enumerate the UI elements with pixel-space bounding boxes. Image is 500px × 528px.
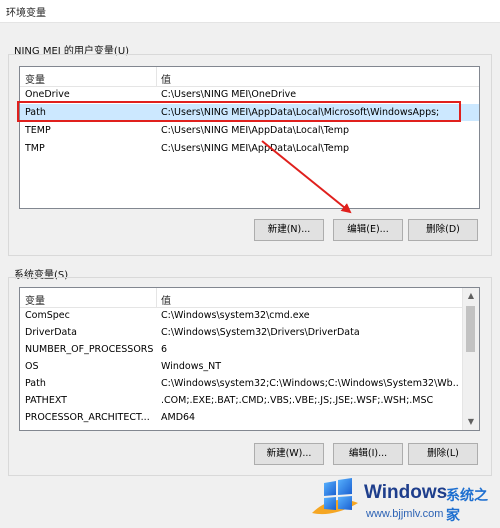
var-value: AMD64 [161,412,196,423]
var-value: C:\Users\NING MEI\AppData\Local\Microsof… [161,107,440,118]
var-name: ComSpec [25,310,70,321]
system-var-row[interactable]: OS Windows_NT [20,358,479,375]
var-value: .COM;.EXE;.BAT;.CMD;.VBS;.VBE;.JS;.JSE;.… [161,395,434,406]
var-value: C:\Users\NING MEI\OneDrive [161,89,297,100]
system-var-row[interactable]: DriverData C:\Windows\System32\Drivers\D… [20,324,479,341]
user-vars-list[interactable]: 变量 值 OneDrive C:\Users\NING MEI\OneDrive… [19,66,480,209]
scroll-up-icon[interactable]: ▲ [463,288,479,304]
window-title: 环境变量 [6,8,46,19]
system-edit-button[interactable]: 编辑(I)... [333,443,403,465]
watermark: Windows 系统之家 www.bjjmlv.com [300,470,500,528]
header-separator[interactable] [156,67,157,86]
var-name: Path [25,378,46,389]
var-value: C:\Users\NING MEI\AppData\Local\Temp [161,125,350,136]
system-new-button[interactable]: 新建(W)... [254,443,324,465]
var-value: C:\Users\NING MEI\AppData\Local\Temp [161,143,350,154]
system-vars-scrollbar[interactable]: ▲ ▼ [462,288,479,430]
user-var-row-selected[interactable]: Path C:\Users\NING MEI\AppData\Local\Mic… [20,104,479,121]
window-titlebar: 环境变量 [0,0,500,23]
user-var-row[interactable]: OneDrive C:\Users\NING MEI\OneDrive [20,86,479,103]
var-value: C:\Windows\system32\cmd.exe [161,310,310,321]
var-name: PATHEXT [25,395,67,406]
var-name: OS [25,361,39,372]
system-var-row[interactable]: NUMBER_OF_PROCESSORS 6 [20,341,479,358]
system-var-row[interactable]: PATHEXT .COM;.EXE;.BAT;.CMD;.VBS;.VBE;.J… [20,392,479,409]
var-name: NUMBER_OF_PROCESSORS [25,344,154,355]
system-vars-header: 变量 值 [20,288,479,308]
scroll-thumb[interactable] [466,306,475,352]
system-var-row[interactable]: ComSpec C:\Windows\system32\cmd.exe [20,307,479,324]
watermark-brand: Windows [364,482,448,503]
var-name: OneDrive [25,89,70,100]
header-separator[interactable] [156,288,157,307]
var-name: TEMP [25,125,51,136]
var-name: DriverData [25,327,77,338]
user-edit-button[interactable]: 编辑(E)... [333,219,403,241]
var-value: 6 [161,344,168,355]
var-value: C:\Windows\System32\Drivers\DriverData [161,327,360,338]
var-value: Windows_NT [161,361,222,372]
system-delete-button[interactable]: 删除(L) [408,443,478,465]
scroll-down-icon[interactable]: ▼ [463,414,479,430]
var-name: PROCESSOR_ARCHITECT... [25,412,150,423]
var-name: TMP [25,143,45,154]
system-var-row[interactable]: Path C:\Windows\system32;C:\Windows;C:\W… [20,375,479,392]
user-var-row[interactable]: TMP C:\Users\NING MEI\AppData\Local\Temp [20,140,479,157]
user-new-button[interactable]: 新建(N)... [254,219,324,241]
user-delete-button[interactable]: 删除(D) [408,219,478,241]
var-name: Path [25,107,46,118]
user-vars-header: 变量 值 [20,67,479,87]
watermark-url: www.bjjmlv.com [366,508,444,520]
header-value[interactable]: 值 [161,292,171,307]
var-value: C:\Windows\system32;C:\Windows;C:\Window… [161,378,459,389]
header-variable[interactable]: 变量 [25,71,45,86]
system-var-row[interactable]: PROCESSOR_ARCHITECT... AMD64 [20,409,479,426]
header-value[interactable]: 值 [161,71,171,86]
header-variable[interactable]: 变量 [25,292,45,307]
system-vars-list[interactable]: 变量 值 ComSpec C:\Windows\system32\cmd.exe… [19,287,480,431]
windows-logo-icon [312,478,358,515]
watermark-brand-cn: 系统之家 [446,488,488,524]
user-var-row[interactable]: TEMP C:\Users\NING MEI\AppData\Local\Tem… [20,122,479,139]
